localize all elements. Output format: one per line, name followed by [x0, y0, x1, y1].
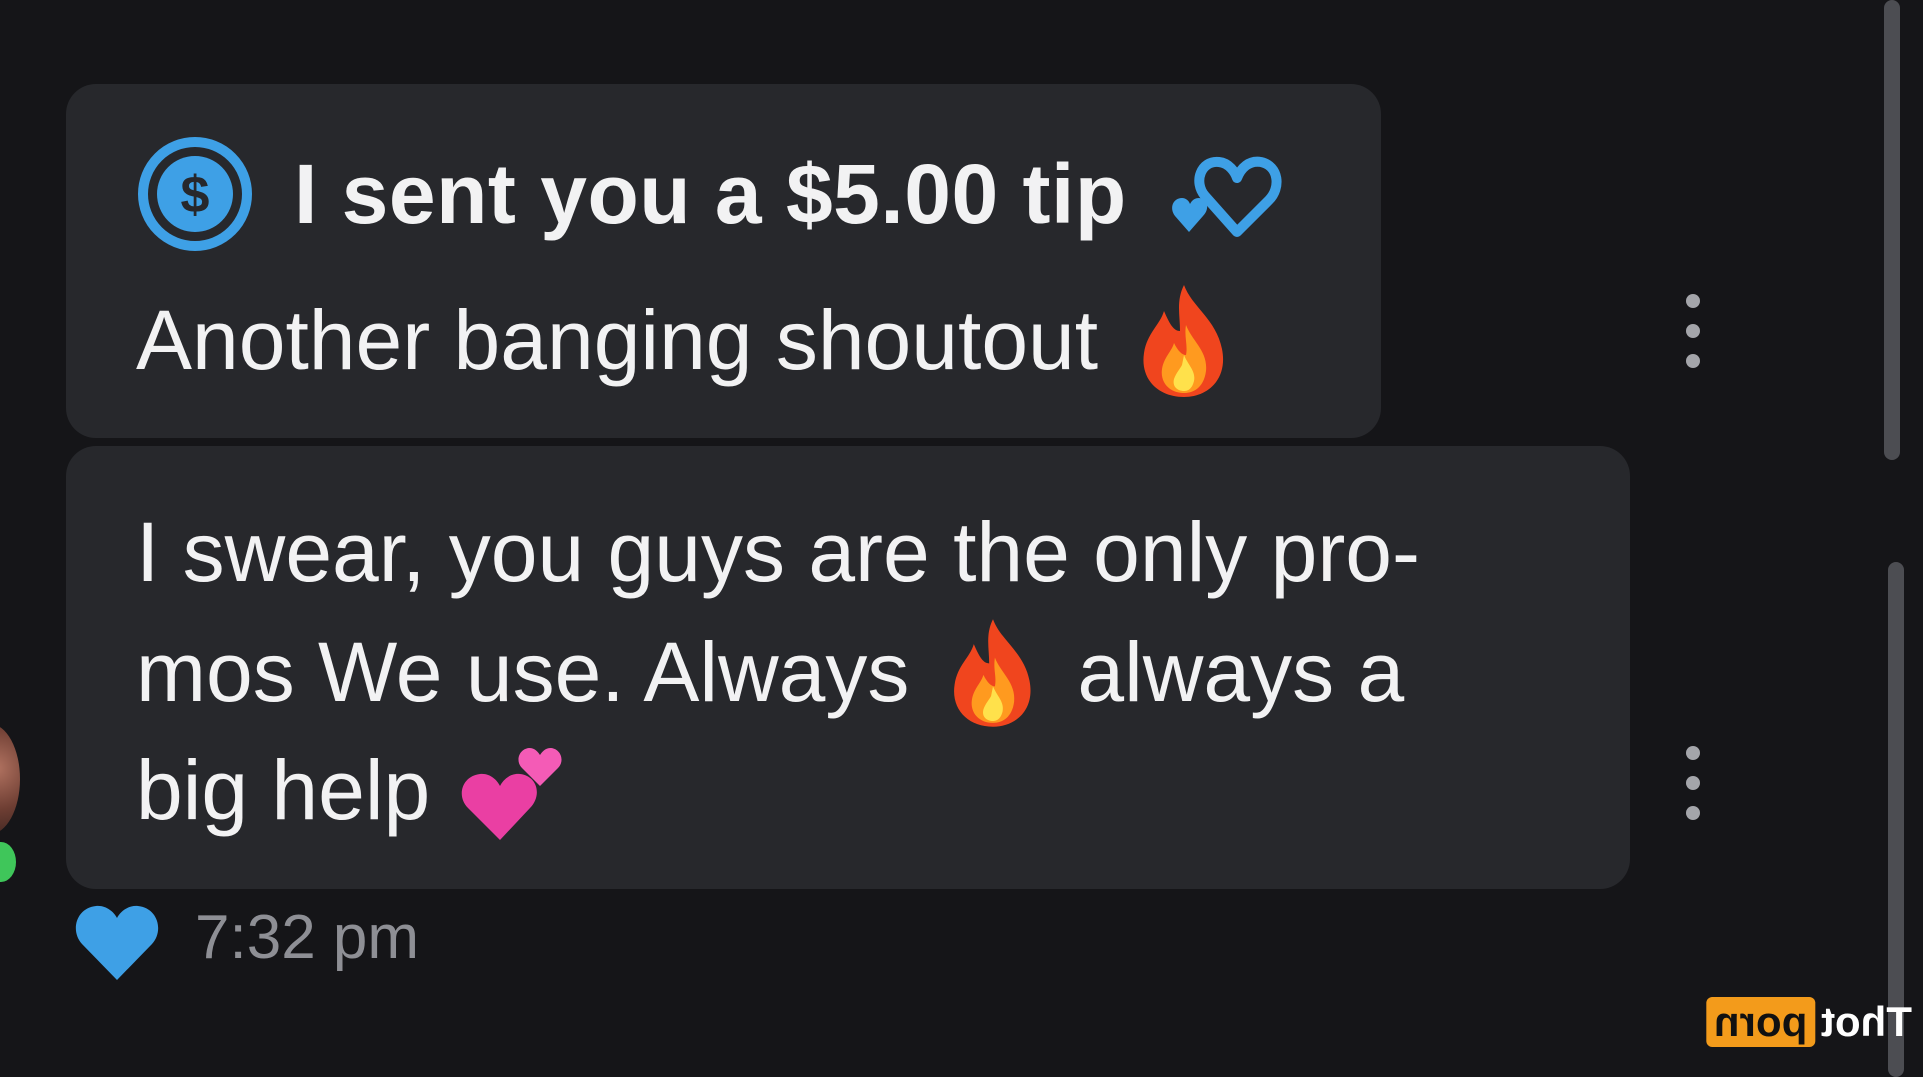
- tip-amount-text: I sent you a $5.00 tip: [294, 146, 1127, 241]
- scrollbar-thumb[interactable]: [1884, 0, 1900, 460]
- message-line: big help: [136, 732, 568, 848]
- message-more-button[interactable]: [1681, 746, 1705, 820]
- more-dot: [1686, 776, 1700, 790]
- two-hearts-icon: [462, 748, 562, 840]
- heart-icon[interactable]: [72, 896, 162, 986]
- chat-view: $ I sent you a $5.00 tip Another banging…: [0, 0, 1923, 1077]
- more-dot: [1686, 294, 1700, 308]
- message-line: mos We use. Always always a: [136, 614, 1404, 730]
- message-text: always a: [1077, 624, 1405, 719]
- message-more-button[interactable]: [1681, 294, 1705, 368]
- watermark: porn Thot: [1706, 996, 1912, 1048]
- message-line: I swear, you guys are the only pro-: [136, 494, 1420, 610]
- svg-text:$: $: [181, 166, 210, 224]
- more-dot: [1686, 324, 1700, 338]
- watermark-box: porn: [1706, 997, 1816, 1047]
- message-text: mos We use. Always: [136, 624, 910, 719]
- message-line: Another banging shoutout: [136, 280, 1234, 400]
- fire-icon: [1143, 285, 1224, 397]
- fire-icon: [954, 619, 1031, 727]
- message-text: big help: [136, 742, 431, 837]
- message-timestamp: 7:32 pm: [195, 903, 420, 972]
- message-text: Another banging shoutout: [136, 292, 1099, 387]
- tip-row: $ I sent you a $5.00 tip: [136, 134, 1287, 254]
- more-dot: [1686, 354, 1700, 368]
- more-dot: [1686, 746, 1700, 760]
- watermark-text: Thot: [1821, 998, 1913, 1045]
- avatar[interactable]: [0, 724, 20, 834]
- revolving-hearts-icon: [1171, 156, 1282, 237]
- more-dot: [1686, 806, 1700, 820]
- dollar-circle-icon: $: [138, 137, 252, 251]
- online-status-dot: [0, 842, 16, 882]
- tip-message-bubble[interactable]: $ I sent you a $5.00 tip Another banging…: [66, 84, 1381, 438]
- text-message-bubble[interactable]: I swear, you guys are the only pro- mos …: [66, 446, 1630, 889]
- message-text: I swear, you guys are the only pro-: [136, 504, 1420, 599]
